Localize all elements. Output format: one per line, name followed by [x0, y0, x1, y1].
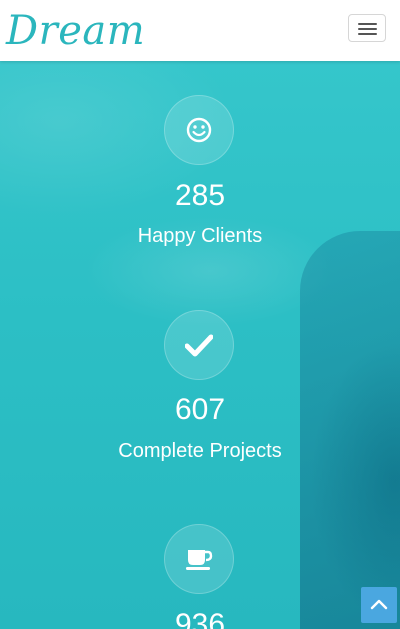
brand-logo[interactable]: Dream: [6, 6, 145, 56]
stats-section: 285 Happy Clients 607 Complete Projects …: [0, 61, 400, 629]
chevron-up-icon: [370, 599, 388, 610]
coffee-cup-icon: [186, 550, 213, 570]
stat-label: Complete Projects: [118, 440, 282, 462]
navbar: Dream: [0, 0, 400, 61]
check-icon: [185, 334, 213, 357]
stat-number: 285: [174, 179, 226, 212]
icon-circle: [164, 95, 234, 165]
stat-number: 936: [174, 608, 226, 629]
menu-toggle-button[interactable]: [348, 14, 386, 42]
smile-icon: [186, 117, 212, 143]
icon-circle: [164, 310, 234, 380]
scroll-to-top-button[interactable]: [361, 587, 397, 623]
stat-number: 607: [174, 393, 226, 426]
stat-label: Happy Clients: [137, 225, 263, 247]
icon-circle: [164, 524, 234, 594]
background-person-image: [300, 231, 400, 629]
